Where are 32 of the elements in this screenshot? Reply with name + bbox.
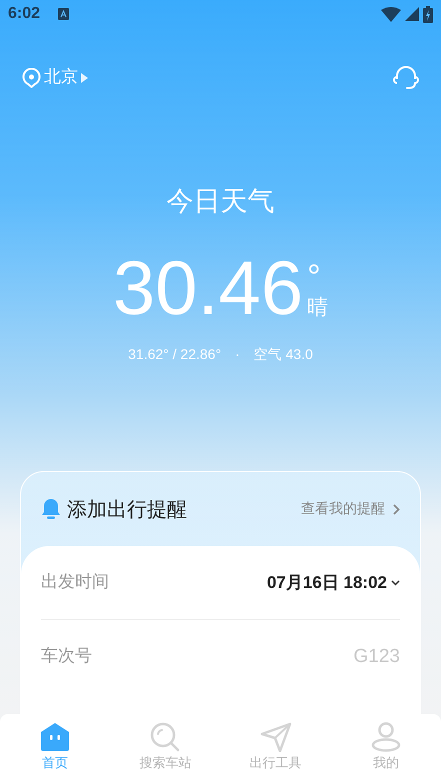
- user-icon: [370, 722, 402, 752]
- home-icon: [39, 722, 72, 752]
- location-pin-icon: [22, 68, 41, 88]
- headset-icon[interactable]: [393, 65, 419, 91]
- chevron-down-icon: [391, 580, 400, 586]
- nav-tab[interactable]: 搜索车站: [110, 714, 220, 784]
- keyboard-notification-icon: [58, 8, 70, 20]
- search-icon: [149, 722, 182, 752]
- bell-icon: [41, 498, 61, 520]
- reminder-title: 添加出行提醒: [67, 496, 187, 523]
- chevron-right-icon: [393, 504, 400, 514]
- temperature: 30.46: [112, 250, 304, 328]
- view-reminders-link[interactable]: 查看我的提醒: [301, 498, 400, 520]
- city-selector[interactable]: 北京: [22, 65, 88, 91]
- departure-time-select[interactable]: 07月16日 18:02: [266, 570, 400, 596]
- nav-tab[interactable]: 出行工具: [220, 714, 331, 784]
- separator-dot: ·: [235, 345, 240, 364]
- signal-icon: [405, 7, 419, 21]
- weather-title: 今日天气: [166, 185, 276, 219]
- temperature-range: 31.62° / 22.86°: [128, 345, 222, 364]
- field-label: 出发时间: [41, 570, 109, 594]
- field-label: 车次号: [41, 645, 92, 668]
- paper-plane-icon: [260, 722, 292, 752]
- status-time: 6:02: [8, 4, 40, 24]
- degree-unit: °: [307, 262, 322, 292]
- weather-condition: 晴: [307, 294, 328, 321]
- nav-tab[interactable]: 首页: [0, 714, 110, 784]
- battery-icon: [423, 6, 433, 22]
- wifi-icon: [381, 6, 401, 22]
- triangle-icon: [81, 73, 88, 83]
- air-quality: 空气 43.0: [254, 345, 313, 364]
- nav-tab[interactable]: 我的: [330, 714, 441, 784]
